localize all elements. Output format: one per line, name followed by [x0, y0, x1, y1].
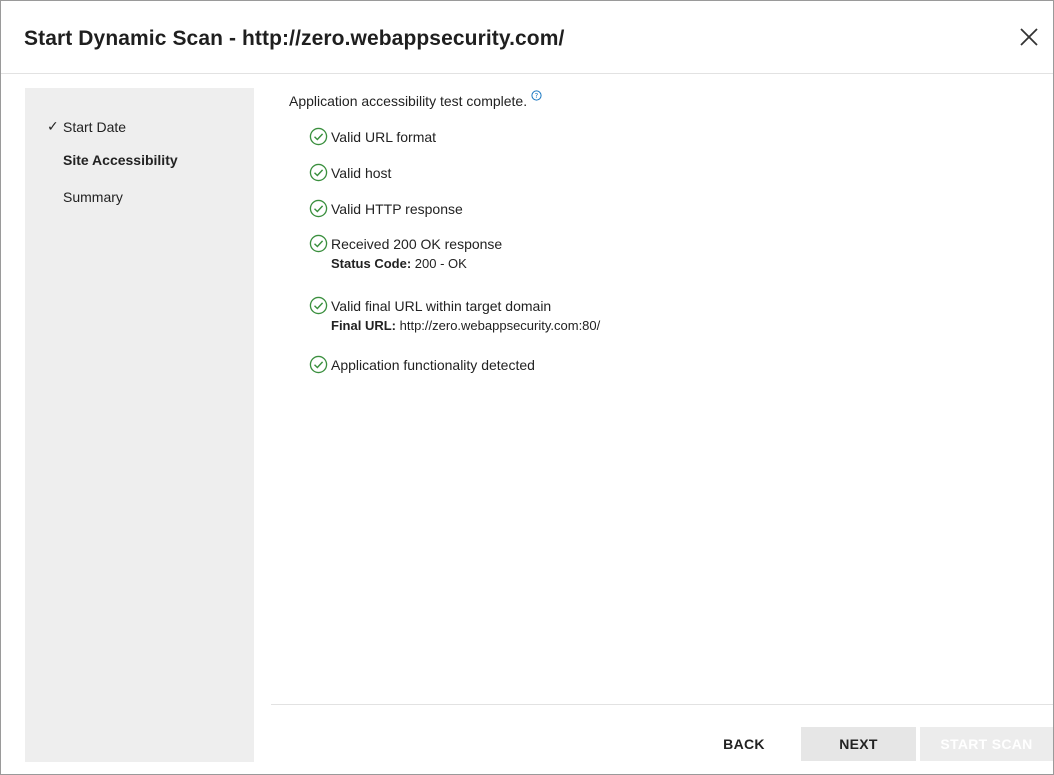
check-label: Application functionality detected: [331, 357, 535, 373]
check-label: Received 200 OK response: [331, 236, 503, 252]
check-label: Valid host: [331, 165, 392, 181]
check-valid-http-response: Valid HTTP response: [309, 199, 463, 218]
step-site-accessibility[interactable]: Site Accessibility: [63, 152, 178, 168]
start-scan-button[interactable]: START SCAN: [920, 727, 1053, 761]
check-circle-icon: [309, 163, 328, 182]
intro-text: Application accessibility test complete.: [289, 93, 528, 109]
check-app-functionality: Application functionality detected: [309, 355, 535, 374]
step-label: Site Accessibility: [63, 152, 178, 168]
svg-text:?: ?: [535, 92, 539, 100]
detail-label: Final URL:: [331, 318, 396, 333]
check-label: Valid final URL within target domain: [331, 298, 552, 314]
help-icon[interactable]: ?: [531, 90, 542, 101]
check-valid-url-format: Valid URL format: [309, 127, 437, 146]
wizard-sidebar: ✓ Start Date Site Accessibility Summary: [25, 88, 254, 762]
dialog-footer: BACK NEXT START SCAN: [271, 704, 1053, 775]
step-label: Summary: [63, 189, 123, 205]
intro-message: Application accessibility test complete.…: [289, 90, 542, 109]
check-circle-icon: [309, 127, 328, 146]
detail-label: Status Code:: [331, 256, 412, 271]
final-url-detail: Final URL: http://zero.webappsecurity.co…: [331, 317, 600, 335]
check-label: Valid URL format: [331, 129, 437, 145]
check-valid-final-url: Valid final URL within target domain Fin…: [309, 296, 600, 335]
dialog-title: Start Dynamic Scan - http://zero.webapps…: [24, 27, 565, 50]
check-valid-host: Valid host: [309, 163, 392, 182]
check-circle-icon: [309, 234, 328, 253]
main-content: Application accessibility test complete.…: [289, 88, 1049, 703]
step-label: Start Date: [63, 118, 127, 135]
close-icon: [1020, 28, 1038, 46]
status-code-detail: Status Code: 200 - OK: [331, 255, 502, 273]
step-summary[interactable]: Summary: [63, 189, 123, 205]
start-dynamic-scan-dialog: Start Dynamic Scan - http://zero.webapps…: [0, 0, 1054, 775]
back-button[interactable]: BACK: [691, 727, 797, 761]
check-label: Valid HTTP response: [331, 201, 463, 217]
detail-value: http://zero.webappsecurity.com:80/: [396, 318, 601, 333]
next-button[interactable]: NEXT: [801, 727, 916, 761]
check-circle-icon: [309, 296, 328, 315]
check-circle-icon: [309, 355, 328, 374]
check-received-200-ok: Received 200 OK response Status Code: 20…: [309, 234, 502, 273]
detail-value: 200 - OK: [411, 256, 467, 271]
step-start-date[interactable]: ✓ Start Date: [47, 118, 126, 135]
title-bar: Start Dynamic Scan - http://zero.webapps…: [1, 1, 1053, 74]
close-button[interactable]: [1015, 23, 1043, 51]
check-text-block: Valid final URL within target domain Fin…: [331, 297, 600, 335]
check-text-block: Received 200 OK response Status Code: 20…: [331, 235, 502, 273]
step-complete-check-icon: ✓: [47, 118, 59, 134]
check-circle-icon: [309, 199, 328, 218]
